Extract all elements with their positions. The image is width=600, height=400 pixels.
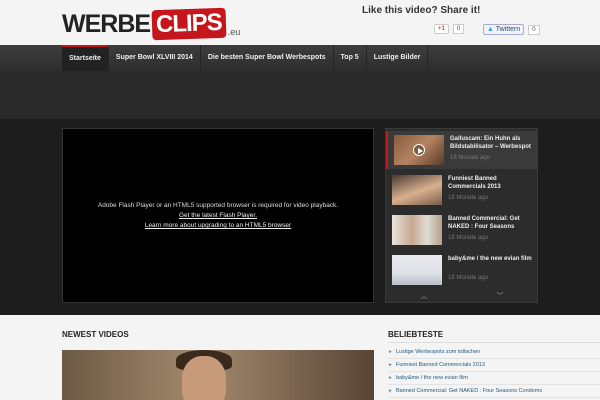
banner-area <box>0 71 600 119</box>
twitter-bird-icon: ▲ <box>487 26 494 33</box>
arrow-bullet-icon: ► <box>388 349 393 355</box>
slider-item-date: 18 Monate ago <box>450 155 491 161</box>
logo-text-clips: CLIPS <box>151 7 227 41</box>
gplus-share: +1 0 <box>434 24 465 34</box>
list-item[interactable]: ► baby&me / the new evian film <box>388 372 600 385</box>
nav-item-best-super-bowl-spots[interactable]: Die besten Super Bowl Werbespots <box>201 45 334 71</box>
chevron-up-icon[interactable]: ︿ <box>421 291 428 301</box>
slider-item-date: 18 Monate ago <box>448 195 489 201</box>
slider-item-title: Banned Commercial: Get NAKED : Four Seas… <box>448 216 520 230</box>
video-thumbnail <box>394 135 444 165</box>
flash-player-link[interactable]: Get the latest Flash Player. <box>63 211 373 221</box>
beliebteste-list: ► Lustige Werbespots zum totlachen ► Funni… <box>388 346 600 398</box>
twitter-share: ▲ Twittern 0 <box>483 24 540 35</box>
logo-suffix: .eu <box>227 27 241 37</box>
newest-videos-heading: NEWEST VIDEOS <box>62 330 129 339</box>
list-item[interactable]: ► Lustige Werbespots zum totlachen <box>388 346 600 359</box>
newest-video-thumbnail[interactable] <box>62 350 374 400</box>
list-item[interactable]: ► Funniest Banned Commercials 2013 <box>388 359 600 372</box>
video-thumbnail <box>392 175 442 205</box>
arrow-bullet-icon: ► <box>388 375 393 381</box>
player-message-text: Adobe Flash Player or an HTML5 supported… <box>97 202 339 209</box>
site-logo[interactable]: WERBE CLIPS .eu <box>62 7 240 41</box>
slider-item[interactable]: Banned Commercial: Get NAKED : Four Seas… <box>386 211 538 249</box>
gplus-count: 0 <box>452 24 465 34</box>
beliebteste-heading: BELIEBTESTE <box>388 330 444 339</box>
main-nav: Startseite Super Bowl XLVIII 2014 Die be… <box>0 45 600 71</box>
video-player[interactable]: Adobe Flash Player or an HTML5 supported… <box>62 128 374 303</box>
list-item-label: Lustige Werbespots zum totlachen <box>395 349 481 355</box>
video-thumbnail <box>392 255 442 285</box>
slider-item[interactable]: baby&me / the new evian film 18 Monate a… <box>386 251 538 289</box>
html5-browser-link[interactable]: Learn more about upgrading to an HTML5 b… <box>63 221 373 231</box>
slider-item-title: baby&me / the new evian film <box>448 256 532 262</box>
list-item-label: Banned Commercial: Get NAKED : Four Seas… <box>395 388 543 394</box>
gplus-button[interactable]: +1 <box>434 24 449 34</box>
twitter-count: 0 <box>528 24 540 35</box>
slider-item-date: 18 Monate ago <box>448 235 489 241</box>
chevron-down-icon[interactable]: ﹀ <box>497 291 504 301</box>
nav-item-super-bowl-2014[interactable]: Super Bowl XLVIII 2014 <box>109 45 201 71</box>
player-message: Adobe Flash Player or an HTML5 supported… <box>63 201 373 231</box>
slider-item-title: Funniest Banned Commercials 2013 <box>448 176 501 190</box>
nav-item-startseite[interactable]: Startseite <box>62 45 109 71</box>
slider-item-date: 18 Monate ago <box>448 275 489 281</box>
video-thumbnail <box>392 215 442 245</box>
slider-item[interactable]: Funniest Banned Commercials 2013 18 Mona… <box>386 171 538 209</box>
share-title: Like this video? Share it! <box>362 5 481 16</box>
site-header: WERBE CLIPS .eu Like this video? Share i… <box>0 0 600 45</box>
play-icon <box>413 144 425 156</box>
list-item-label: Funniest Banned Commercials 2013 <box>395 362 485 368</box>
twitter-button[interactable]: ▲ Twittern <box>483 24 525 35</box>
slider-arrows: ︿ ﹀ <box>386 290 538 302</box>
slider-item[interactable]: Galluscam: Ein Huhn als Bildstabilisator… <box>386 131 538 169</box>
nav-item-lustige-bilder[interactable]: Lustige Bilder <box>367 45 429 71</box>
arrow-bullet-icon: ► <box>388 388 393 394</box>
thumbnail-figure-face <box>182 356 226 400</box>
nav-item-top-5[interactable]: Top 5 <box>334 45 367 71</box>
twitter-button-label: Twittern <box>495 26 521 33</box>
list-item[interactable]: ► Banned Commercial: Get NAKED : Four Sea… <box>388 385 600 398</box>
arrow-bullet-icon: ► <box>388 362 393 368</box>
list-item-label: baby&me / the new evian film <box>395 375 468 381</box>
slider-item-title: Galluscam: Ein Huhn als Bildstabilisator… <box>450 136 531 150</box>
divider <box>388 342 600 343</box>
featured-video-slider: Galluscam: Ein Huhn als Bildstabilisator… <box>385 128 538 303</box>
logo-text-werbe: WERBE <box>62 9 151 38</box>
